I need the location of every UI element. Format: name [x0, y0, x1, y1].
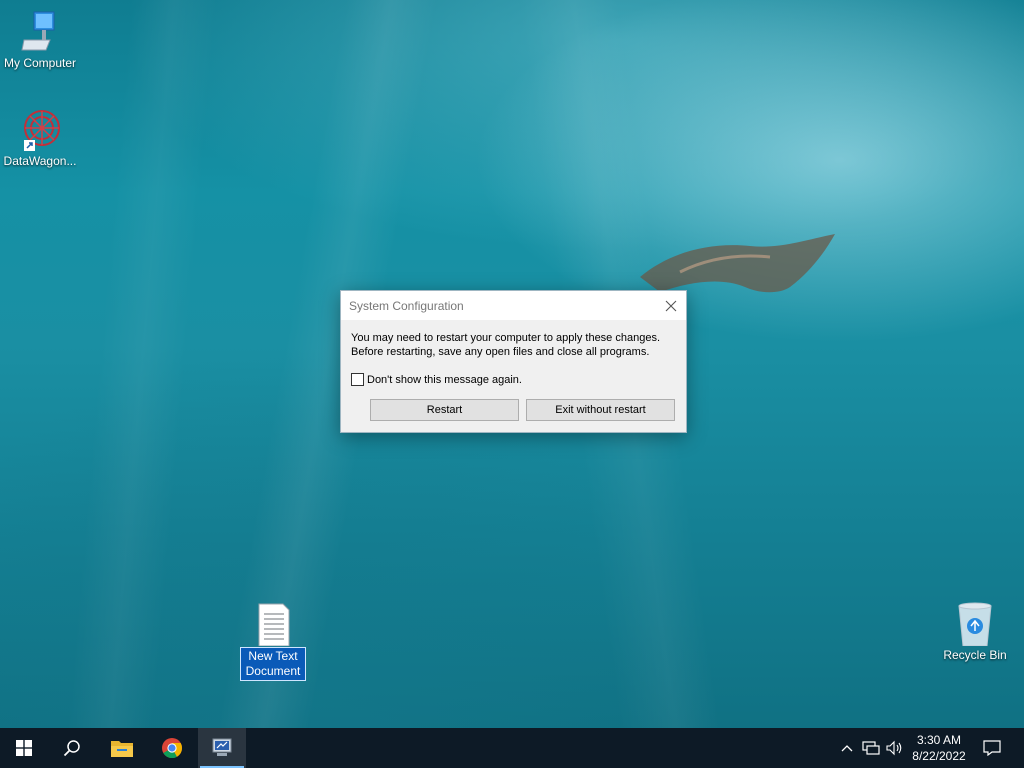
desktop-icon-my-computer[interactable]: My Computer	[0, 10, 80, 71]
chrome-icon	[162, 738, 183, 759]
dialog-message-line-1: You may need to restart your computer to…	[351, 332, 660, 344]
start-icon	[16, 740, 32, 756]
dont-show-again-label: Don't show this message again.	[367, 373, 522, 386]
datawagon-icon	[20, 108, 60, 152]
network-button[interactable]	[860, 728, 882, 768]
system-configuration-icon	[212, 738, 232, 756]
dialog-title: System Configuration	[349, 299, 464, 313]
dialog-message: You may need to restart your computer to…	[351, 331, 660, 359]
desktop-icon-label: Recycle Bin	[943, 648, 1007, 662]
recycle-bin-icon	[955, 602, 995, 647]
chevron-up-icon	[841, 745, 853, 752]
exit-without-restart-button[interactable]: Exit without restart	[526, 399, 675, 421]
close-icon	[665, 300, 677, 311]
volume-button[interactable]	[884, 728, 906, 768]
start-button[interactable]	[0, 728, 48, 768]
notification-icon	[983, 740, 1001, 756]
close-button[interactable]	[656, 291, 686, 320]
dialog-message-line-2: Before restarting, save any open files a…	[351, 346, 650, 358]
taskbar: 3:30 AM 8/22/2022	[0, 728, 1024, 768]
network-icon	[862, 741, 880, 755]
desktop-icon-label: DataWagon...	[3, 154, 77, 168]
desktop-icon-label: My Computer	[3, 56, 77, 70]
system-configuration-button[interactable]	[198, 728, 246, 768]
file-explorer-icon	[111, 741, 133, 757]
action-center-button[interactable]	[980, 728, 1004, 768]
text-document-icon	[253, 602, 293, 647]
chrome-button[interactable]	[148, 728, 196, 768]
dialog-titlebar[interactable]: System Configuration	[341, 291, 686, 320]
volume-icon	[886, 740, 902, 756]
clock-time: 3:30 AM	[916, 733, 962, 747]
desktop-icon-new-text-document[interactable]: New Text Document	[233, 602, 313, 681]
dont-show-again-row[interactable]: Don't show this message again.	[351, 373, 522, 386]
file-explorer-button[interactable]	[98, 728, 146, 768]
show-hidden-icons-button[interactable]	[838, 728, 856, 768]
desktop-icon-recycle-bin[interactable]: Recycle Bin	[935, 602, 1015, 663]
dont-show-again-checkbox[interactable]	[351, 373, 364, 386]
system-configuration-dialog: System Configuration You may need to res…	[340, 290, 687, 433]
label-line-2: Document	[245, 664, 301, 678]
search-button[interactable]	[48, 728, 96, 768]
clock-date: 8/22/2022	[912, 749, 966, 763]
label-line-1: New Text	[248, 649, 298, 663]
clock[interactable]: 3:30 AM 8/22/2022	[906, 732, 972, 764]
search-icon	[63, 740, 80, 757]
desktop-icon-datawagon[interactable]: DataWagon...	[0, 108, 80, 169]
desktop-icon-label-selected: New Text Document	[239, 647, 307, 681]
computer-icon	[20, 10, 60, 54]
restart-button[interactable]: Restart	[370, 399, 519, 421]
